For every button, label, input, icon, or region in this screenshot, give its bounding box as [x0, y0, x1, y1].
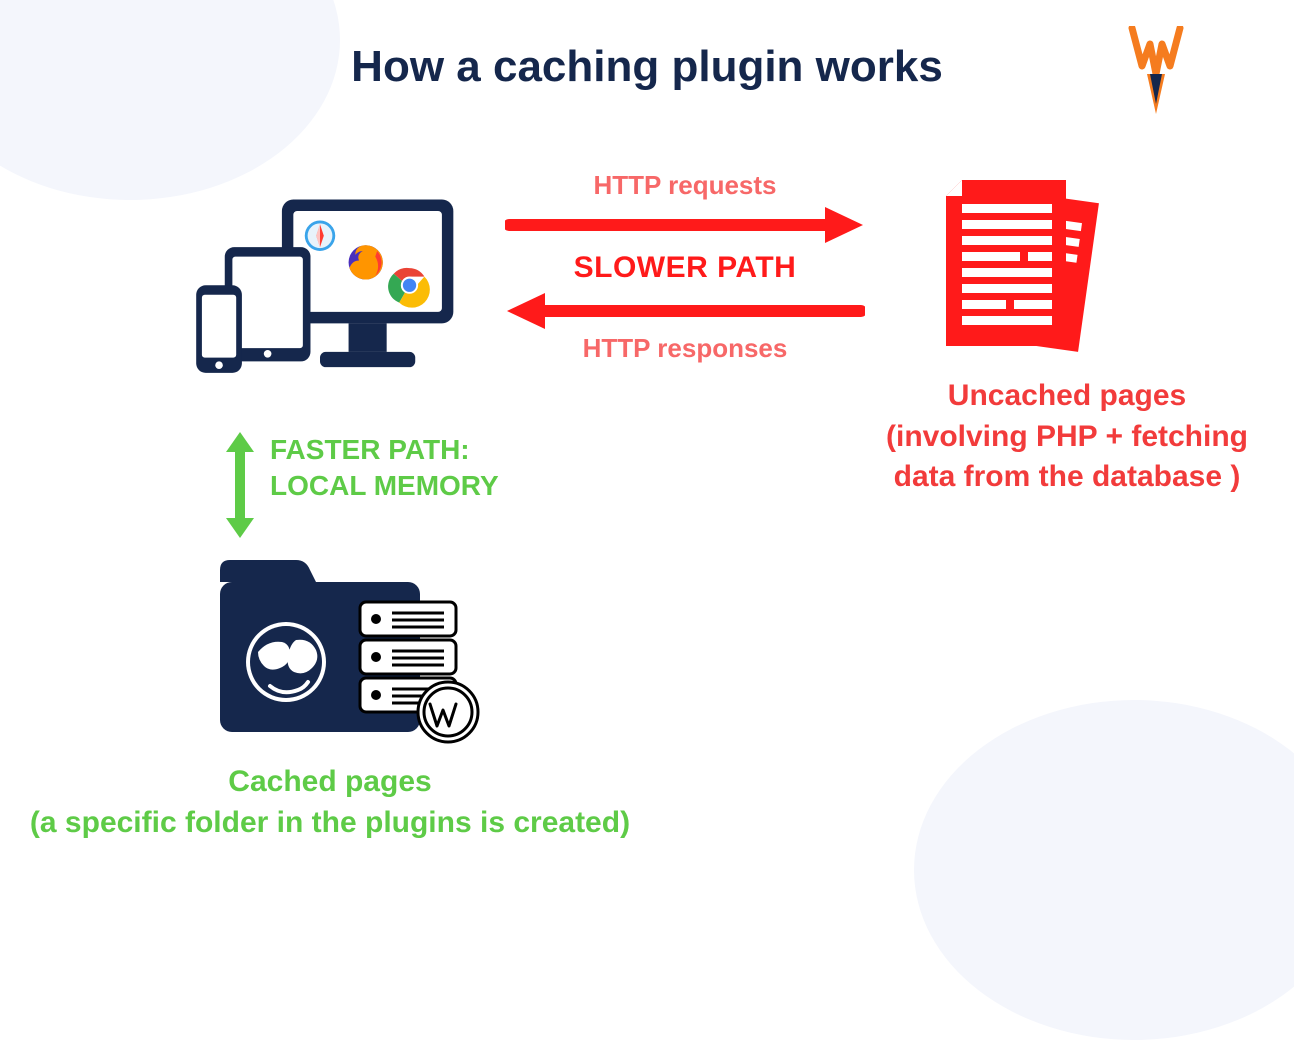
arrow-right-icon: [505, 205, 865, 245]
uncached-line3: data from the database ): [894, 460, 1241, 493]
http-requests-label: HTTP requests: [500, 170, 870, 201]
faster-line2: LOCAL MEMORY: [270, 470, 499, 501]
faster-path-label: FASTER PATH: LOCAL MEMORY: [270, 432, 499, 505]
cached-pages-label: Cached pages (a specific folder in the p…: [20, 762, 640, 843]
slower-path-label: SLOWER PATH: [500, 251, 870, 285]
slower-path-group: HTTP requests SLOWER PATH HTTP responses: [500, 170, 870, 364]
http-responses-label: HTTP responses: [500, 333, 870, 364]
arrow-left-icon: [505, 291, 865, 331]
devices-icon: [170, 190, 470, 390]
documents-icon: [920, 170, 1120, 360]
uncached-line1: Uncached pages: [948, 379, 1186, 412]
arrow-updown-icon: [222, 430, 258, 540]
cached-line2: (a specific folder in the plugins is cre…: [30, 806, 630, 839]
background-blob-top-left: [0, 0, 340, 200]
folder-cache-icon: [210, 552, 490, 752]
faster-line1: FASTER PATH:: [270, 434, 470, 465]
uncached-pages-label: Uncached pages (involving PHP + fetching…: [852, 376, 1282, 498]
page-title: How a caching plugin works: [351, 42, 943, 92]
cached-line1: Cached pages: [228, 765, 431, 798]
background-blob-bottom-right: [914, 700, 1294, 1040]
wp-rocket-logo-icon: [1128, 26, 1184, 116]
uncached-line2: (involving PHP + fetching: [886, 420, 1248, 453]
